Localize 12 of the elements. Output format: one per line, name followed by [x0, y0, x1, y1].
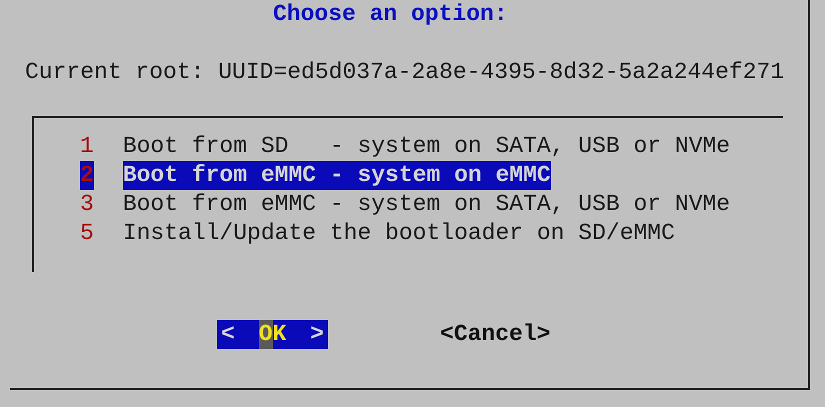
ok-button[interactable]: < OK >: [217, 320, 328, 349]
menu-item[interactable]: Boot from eMMC - system on eMMC: [122, 161, 551, 190]
item-number: 5: [80, 219, 94, 248]
cancel-button[interactable]: <Cancel>: [440, 320, 550, 349]
dialog-title: Choose an option:: [273, 0, 508, 29]
menu-item[interactable]: Boot from SD - system on SATA, USB or NVMe: [122, 132, 730, 161]
menu-item[interactable]: Boot from eMMC - system on SATA, USB or NVMe: [122, 190, 730, 219]
item-number: 2: [80, 161, 94, 190]
menu-item[interactable]: Install/Update the bootloader on SD/eMMC: [122, 219, 675, 248]
item-number: 1: [80, 132, 94, 161]
message-text: Current root: UUID=ed5d037a-2a8e-4395-8d32-5a2a244ef271: [25, 58, 784, 87]
item-number: 3: [80, 190, 94, 219]
